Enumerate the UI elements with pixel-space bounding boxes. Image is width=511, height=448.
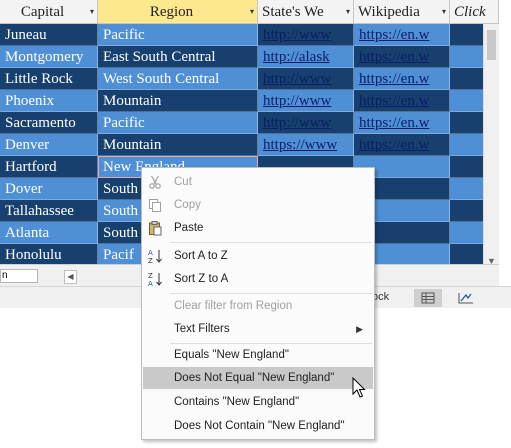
column-header-label: State's We bbox=[262, 4, 324, 20]
mouse-pointer-icon bbox=[352, 377, 366, 398]
context-menu: Cut Copy Paste A Z Sort A to Z Z A Sort … bbox=[141, 167, 375, 440]
table-cell[interactable]: https://en.w bbox=[354, 68, 450, 90]
column-header-label: Region bbox=[149, 4, 194, 20]
table-row[interactable]: Denver Mountain https://www https://en.w bbox=[0, 134, 499, 156]
table-cell[interactable]: https://en.w bbox=[354, 90, 450, 112]
copy-icon bbox=[149, 199, 161, 212]
column-header-wikipedia[interactable]: Wikipedia ▾ bbox=[354, 0, 450, 24]
table-cell[interactable]: https://en.w bbox=[354, 24, 450, 46]
table-row[interactable]: Sacramento Pacific http://www https://en.w bbox=[0, 112, 499, 134]
sort-ascending-icon: A Z bbox=[148, 249, 162, 264]
table-cell[interactable]: http://www bbox=[258, 24, 354, 46]
table-cell[interactable]: Juneau bbox=[0, 24, 98, 46]
menu-item-label: Paste bbox=[174, 222, 204, 234]
menu-separator bbox=[170, 242, 372, 243]
table-cell[interactable]: Tallahassee bbox=[0, 200, 98, 222]
table-cell[interactable]: https://en.w bbox=[354, 134, 450, 156]
search-input[interactable]: n bbox=[0, 269, 38, 283]
menu-item-label: Equals "New England" bbox=[174, 349, 289, 361]
vertical-scrollbar[interactable]: ▼ bbox=[483, 24, 499, 264]
table-cell[interactable]: http://www bbox=[258, 68, 354, 90]
submenu-arrow-icon: ▶ bbox=[356, 324, 363, 334]
menu-item-copy[interactable]: Copy bbox=[143, 194, 373, 216]
filter-dropdown-icon[interactable]: ▾ bbox=[442, 0, 446, 23]
svg-text:Z: Z bbox=[148, 257, 153, 264]
table-row[interactable]: Juneau Pacific http://www https://en.w bbox=[0, 24, 499, 46]
table-cell[interactable]: https://en.w bbox=[354, 46, 450, 68]
table-cell[interactable]: East South Central bbox=[98, 46, 258, 68]
menu-item-cut[interactable]: Cut bbox=[143, 171, 373, 193]
table-cell[interactable]: Phoenix bbox=[0, 90, 98, 112]
menu-item-label: Does Not Contain "New England" bbox=[174, 420, 345, 432]
table-cell[interactable]: Hartford bbox=[0, 156, 98, 178]
svg-text:A: A bbox=[148, 280, 153, 287]
column-header-label: Capital bbox=[20, 4, 65, 20]
svg-text:A: A bbox=[148, 249, 153, 257]
menu-item-does-not-contain[interactable]: Does Not Contain "New England" bbox=[143, 415, 373, 437]
menu-item-clear-filter[interactable]: Clear filter from Region bbox=[143, 295, 373, 317]
menu-item-text-filters[interactable]: Text Filters ▶ bbox=[143, 318, 373, 340]
column-header-click-to-add[interactable]: Click bbox=[450, 0, 499, 24]
menu-item-label: Copy bbox=[174, 199, 201, 211]
menu-item-label: Text Filters bbox=[174, 323, 230, 335]
table-cell[interactable]: Atlanta bbox=[0, 222, 98, 244]
column-header-region[interactable]: Region ▾ bbox=[98, 0, 258, 24]
table-row[interactable]: Little Rock West South Central http://www h… bbox=[0, 68, 499, 90]
menu-separator bbox=[170, 293, 372, 294]
table-cell[interactable]: Honolulu bbox=[0, 244, 98, 264]
menu-item-sort-a-to-z[interactable]: A Z Sort A to Z bbox=[143, 245, 373, 267]
table-cell[interactable]: Denver bbox=[0, 134, 98, 156]
menu-item-equals[interactable]: Equals "New England" bbox=[143, 344, 373, 366]
menu-item-label: Sort A to Z bbox=[174, 250, 228, 262]
datasheet-view-button[interactable] bbox=[414, 289, 442, 307]
datasheet-view-icon bbox=[421, 292, 435, 304]
scissors-icon bbox=[149, 175, 161, 189]
filter-dropdown-icon[interactable]: ▾ bbox=[90, 0, 94, 23]
sort-descending-icon: Z A bbox=[148, 272, 162, 287]
column-header-label: Wikipedia bbox=[358, 4, 420, 20]
table-row[interactable]: Phoenix Mountain http://www https://en.w bbox=[0, 90, 499, 112]
scroll-down-icon[interactable]: ▼ bbox=[487, 256, 496, 264]
menu-item-label: Does Not Equal "New England" bbox=[174, 372, 335, 384]
table-cell[interactable]: http://alask bbox=[258, 46, 354, 68]
paste-icon bbox=[149, 221, 162, 236]
column-header-label: Click bbox=[454, 4, 486, 20]
table-cell[interactable]: http://www bbox=[258, 90, 354, 112]
design-view-icon bbox=[458, 293, 473, 304]
table-cell[interactable]: Mountain bbox=[98, 90, 258, 112]
menu-item-does-not-equal[interactable]: Does Not Equal "New England" bbox=[143, 367, 373, 389]
table-cell[interactable]: Sacramento bbox=[0, 112, 98, 134]
svg-text:Z: Z bbox=[148, 272, 153, 280]
menu-item-contains[interactable]: Contains "New England" bbox=[143, 391, 373, 413]
column-header-capital[interactable]: Capital ▾ bbox=[0, 0, 98, 24]
menu-item-label: Contains "New England" bbox=[174, 396, 300, 408]
table-cell[interactable]: https://www bbox=[258, 134, 354, 156]
table-row[interactable]: Montgomery East South Central http://alask… bbox=[0, 46, 499, 68]
table-cell[interactable]: Mountain bbox=[98, 134, 258, 156]
menu-item-label: Sort Z to A bbox=[174, 273, 229, 285]
table-cell[interactable]: Little Rock bbox=[0, 68, 98, 90]
table-cell[interactable]: Dover bbox=[0, 178, 98, 200]
menu-item-label: Cut bbox=[174, 176, 192, 188]
filter-dropdown-icon[interactable]: ▾ bbox=[250, 0, 254, 23]
menu-item-sort-z-to-a[interactable]: Z A Sort Z to A bbox=[143, 268, 373, 290]
scroll-left-icon[interactable]: ◀ bbox=[64, 270, 77, 284]
table-cell[interactable]: http://www bbox=[258, 112, 354, 134]
menu-item-label: Clear filter from Region bbox=[174, 300, 293, 312]
design-view-button[interactable] bbox=[452, 289, 480, 307]
table-cell[interactable]: Pacific bbox=[98, 24, 258, 46]
filter-dropdown-icon[interactable]: ▾ bbox=[346, 0, 350, 23]
table-cell[interactable]: Pacific bbox=[98, 112, 258, 134]
table-cell[interactable]: Montgomery bbox=[0, 46, 98, 68]
table-cell[interactable]: West South Central bbox=[98, 68, 258, 90]
scrollbar-thumb[interactable] bbox=[487, 30, 496, 60]
table-cell[interactable]: https://en.w bbox=[354, 112, 450, 134]
menu-item-paste[interactable]: Paste bbox=[143, 217, 373, 239]
column-header-states-website[interactable]: State's We ▾ bbox=[258, 0, 354, 24]
